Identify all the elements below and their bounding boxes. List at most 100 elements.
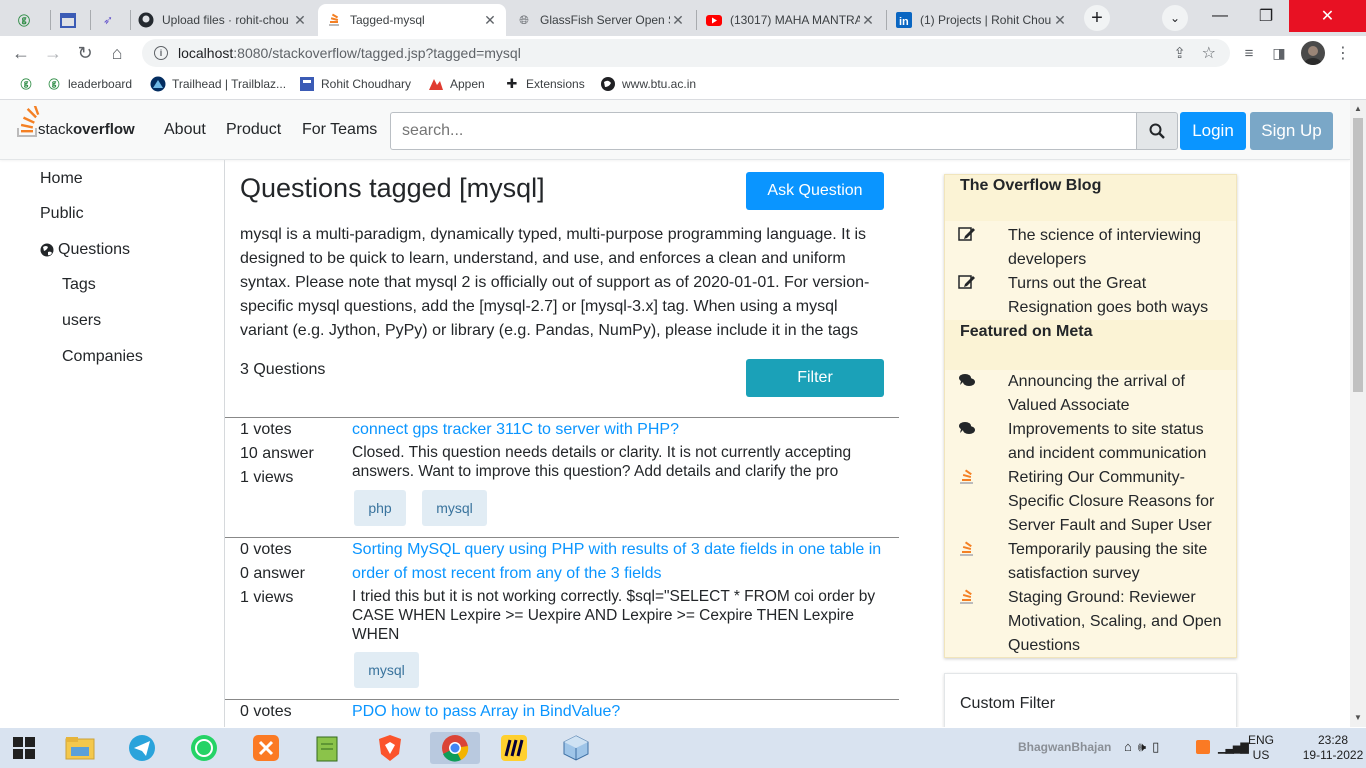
meta-item-link[interactable]: Announcing the arrival of Valued Associa…	[1008, 370, 1230, 418]
close-icon[interactable]: ✕	[1052, 12, 1068, 29]
close-icon[interactable]: ✕	[860, 12, 876, 29]
bookmark-leaderboard[interactable]: ⓖ leaderboard	[46, 76, 133, 92]
system-tray-icons[interactable]: ⌂🕪︎▯	[1124, 739, 1165, 755]
bookmark-trailhead[interactable]: Trailhead | Trailblaz...	[150, 76, 286, 92]
new-tab-button[interactable]: +	[1084, 5, 1110, 31]
bookmark-rohit[interactable]: Rohit Choudhary	[299, 76, 411, 92]
sidebar-item-questions[interactable]: Questions	[40, 241, 130, 259]
sidebar-item-home[interactable]: Home	[40, 170, 83, 188]
tag-mysql[interactable]: mysql	[354, 652, 419, 688]
bookmark-appen[interactable]: Appen	[428, 76, 485, 92]
notepad-icon	[316, 736, 338, 762]
nav-about[interactable]: About	[164, 121, 206, 139]
telegram-button[interactable]	[124, 732, 160, 764]
address-bar[interactable]: i localhost:8080/stackoverflow/tagged.js…	[142, 39, 1230, 67]
nav-for-teams[interactable]: For Teams	[302, 121, 377, 139]
language-indicator[interactable]: ENG US	[1248, 733, 1274, 763]
reload-icon[interactable]: ↻	[74, 42, 96, 64]
stackoverflow-icon	[960, 469, 973, 484]
signup-button[interactable]: Sign Up	[1250, 112, 1333, 150]
bookmark-icon	[299, 76, 315, 92]
question-row: 0 votes 0 answer 1 views Sorting MySQL q…	[225, 537, 899, 699]
home-icon[interactable]: ⌂	[106, 42, 128, 64]
ask-question-button[interactable]: Ask Question	[746, 172, 884, 210]
comments-icon	[959, 422, 975, 434]
miro-icon	[501, 735, 527, 761]
tab-youtube[interactable]: (13017) MAHA MANTRA ✕	[698, 4, 884, 36]
meta-item-link[interactable]: Improvements to site status and incident…	[1008, 418, 1230, 466]
close-icon[interactable]: ✕	[292, 12, 308, 29]
network-icon[interactable]: ⌂	[1124, 739, 1138, 754]
page-scrollbar[interactable]: ▲ ▼	[1350, 100, 1366, 727]
search-input[interactable]	[390, 112, 1138, 150]
close-icon[interactable]: ✕	[670, 12, 686, 29]
filter-button[interactable]: Filter	[746, 359, 884, 397]
star-icon[interactable]: ☆	[1202, 43, 1216, 63]
restore-button[interactable]: ❐	[1243, 0, 1289, 32]
site-logo[interactable]: stackoverflow	[16, 106, 140, 146]
question-title-link[interactable]: PDO how to pass Array in BindValue?	[352, 700, 892, 724]
puzzle-icon: ✚	[506, 76, 518, 91]
menu-icon[interactable]: ⋮	[1332, 42, 1354, 64]
tab-rocket[interactable]: ➶	[92, 4, 128, 36]
stackoverflow-logo-icon	[17, 106, 40, 137]
sidebar-item-tags[interactable]: Tags	[62, 276, 96, 294]
pencil-icon	[958, 227, 975, 241]
question-title-link[interactable]: connect gps tracker 311C to server with …	[352, 418, 892, 442]
view-count: 1 views	[240, 469, 294, 486]
tab-calendar[interactable]	[52, 4, 88, 36]
tag-php[interactable]: php	[354, 490, 406, 526]
meta-item-link[interactable]: Temporarily pausing the site satisfactio…	[1008, 538, 1230, 586]
youtube-icon	[706, 12, 722, 28]
blog-item-link[interactable]: The science of interviewing developers	[1008, 224, 1230, 272]
sidebar-item-public[interactable]: Public	[40, 205, 84, 223]
search-button[interactable]	[1136, 112, 1178, 150]
bookmark-gfg[interactable]: ⓖ	[18, 76, 34, 92]
meta-item-link[interactable]: Retiring Our Community-Specific Closure …	[1008, 466, 1230, 538]
file-explorer-button[interactable]	[62, 732, 98, 764]
forward-icon[interactable]: →	[42, 42, 64, 64]
tab-github[interactable]: Upload files · rohit-chou ✕	[130, 4, 316, 36]
reading-list-icon[interactable]: ≡	[1238, 42, 1260, 64]
share-icon[interactable]: ⇪	[1173, 44, 1186, 62]
tab-search-button[interactable]: ⌄	[1162, 5, 1188, 31]
bookmark-btu[interactable]: www.btu.ac.in	[600, 76, 696, 92]
scrollbar-thumb[interactable]	[1353, 118, 1363, 392]
virtualbox-button[interactable]	[558, 732, 594, 764]
back-icon[interactable]: ←	[10, 42, 32, 64]
whatsapp-button[interactable]	[186, 732, 222, 764]
start-button[interactable]	[6, 732, 42, 764]
question-title-link[interactable]: Sorting MySQL query using PHP with resul…	[352, 538, 892, 586]
xampp-button[interactable]	[248, 732, 284, 764]
tab-tagged-mysql[interactable]: Tagged-mysql ✕	[318, 4, 506, 36]
avatar[interactable]	[1301, 41, 1325, 65]
close-icon[interactable]: ✕	[482, 12, 498, 29]
volume-icon[interactable]: 🕪︎	[1138, 739, 1152, 754]
side-panel-icon[interactable]: ◨	[1268, 42, 1290, 64]
tab-glassfish[interactable]: 🌐︎ GlassFish Server Open S ✕	[508, 4, 694, 36]
tab-title: Upload files · rohit-chou	[162, 13, 289, 27]
brave-button[interactable]	[372, 732, 408, 764]
login-button[interactable]: Login	[1180, 112, 1246, 150]
bookmark-label: Appen	[450, 77, 485, 91]
stackoverflow-icon	[960, 541, 973, 556]
miro-button[interactable]	[496, 732, 532, 764]
battery-icon[interactable]: ▯	[1152, 739, 1165, 754]
meta-item-link[interactable]: Staging Ground: Reviewer Motivation, Sca…	[1008, 586, 1230, 658]
nav-product[interactable]: Product	[226, 121, 281, 139]
blog-item-link[interactable]: Turns out the Great Resignation goes bot…	[1008, 272, 1230, 320]
rocket-icon: ➶	[102, 13, 114, 27]
tab-linkedin[interactable]: in (1) Projects | Rohit Chou ✕	[888, 4, 1076, 36]
info-icon[interactable]: i	[154, 46, 168, 60]
tab-gfg[interactable]: ⓖ	[8, 4, 48, 36]
bookmark-extensions[interactable]: ✚ Extensions	[504, 76, 585, 92]
clock[interactable]: 23:28 19-11-2022	[1302, 733, 1364, 763]
minimize-button[interactable]: —	[1197, 0, 1243, 32]
close-window-button[interactable]: ✕	[1289, 0, 1366, 32]
notepad-button[interactable]	[310, 732, 346, 764]
sidebar-item-companies[interactable]: Companies	[62, 348, 143, 366]
sidebar-item-users[interactable]: users	[62, 312, 101, 330]
xampp-tray-icon[interactable]	[1196, 740, 1210, 754]
tag-mysql[interactable]: mysql	[422, 490, 487, 526]
chrome-button[interactable]	[430, 732, 480, 764]
